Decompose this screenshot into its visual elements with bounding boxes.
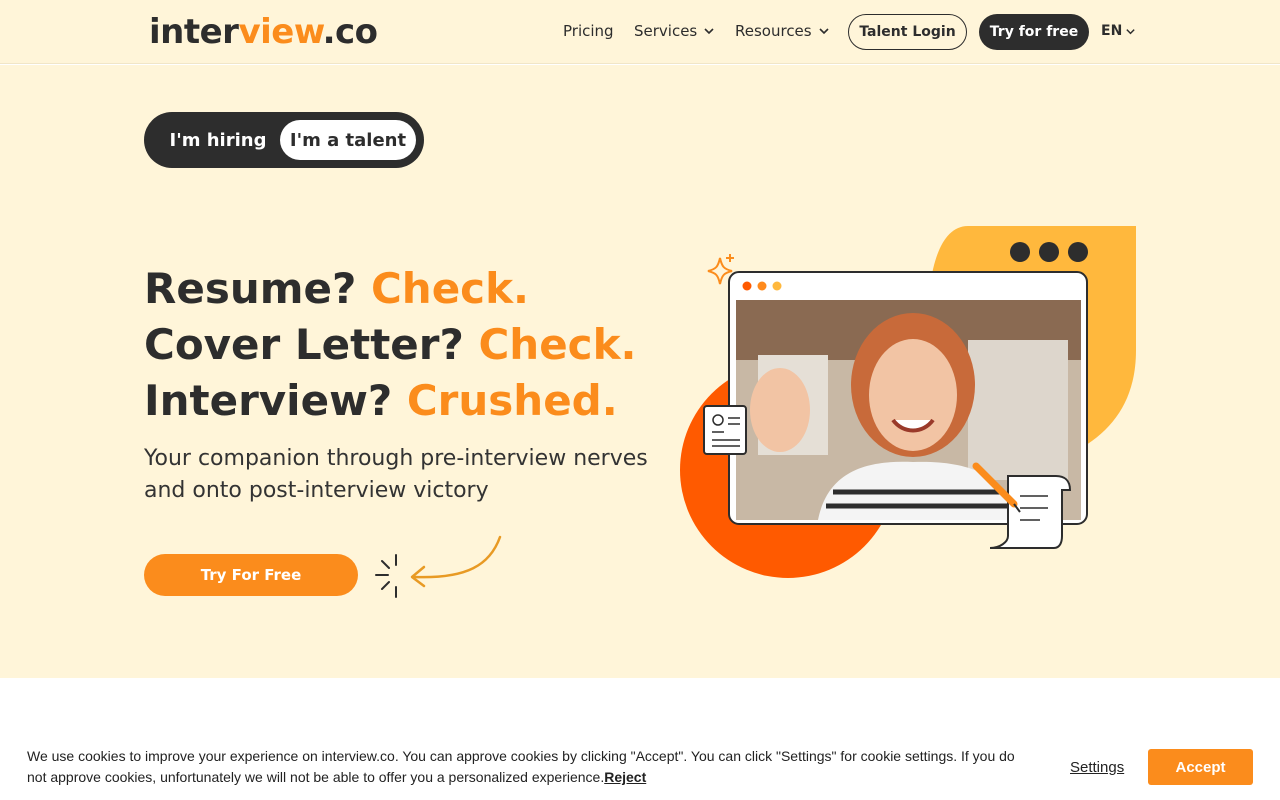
hero-section: I'm hiring I'm a talent Resume? Check. C… <box>0 65 1280 678</box>
video-window-illustration <box>680 226 1136 578</box>
resume-document-icon <box>703 405 747 455</box>
chevron-down-icon <box>1126 28 1135 34</box>
site-header: interview.co Pricing Services Resources … <box>0 0 1280 64</box>
audience-toggle: I'm hiring I'm a talent <box>144 112 424 168</box>
arrow-doodle-icon <box>375 535 502 598</box>
cookie-settings-link[interactable]: Settings <box>1070 759 1124 776</box>
nav-services[interactable]: Services <box>634 22 715 40</box>
talent-login-button[interactable]: Talent Login <box>848 14 967 50</box>
nav-pricing[interactable]: Pricing <box>563 22 614 40</box>
cookie-message: We use cookies to improve your experienc… <box>27 748 1015 785</box>
logo[interactable]: interview.co <box>149 12 378 52</box>
hero-headline: Resume? Check. Cover Letter? Check. Inte… <box>144 264 637 425</box>
cookie-reject-link[interactable]: Reject <box>604 769 646 785</box>
try-for-free-button[interactable]: Try for free <box>979 14 1089 50</box>
toggle-talent[interactable]: I'm a talent <box>280 120 416 160</box>
language-selector[interactable]: EN <box>1101 23 1136 39</box>
hero-subtitle: Your companion through pre-interview ner… <box>144 446 648 503</box>
chevron-down-icon <box>819 28 829 35</box>
chevron-down-icon <box>704 28 714 35</box>
cookie-accept-button[interactable]: Accept <box>1148 749 1253 785</box>
nav-resources[interactable]: Resources <box>735 22 830 40</box>
try-for-free-cta[interactable]: Try For Free <box>144 554 358 596</box>
cookie-banner: We use cookies to improve your experienc… <box>0 730 1280 800</box>
toggle-hiring[interactable]: I'm hiring <box>158 120 278 160</box>
